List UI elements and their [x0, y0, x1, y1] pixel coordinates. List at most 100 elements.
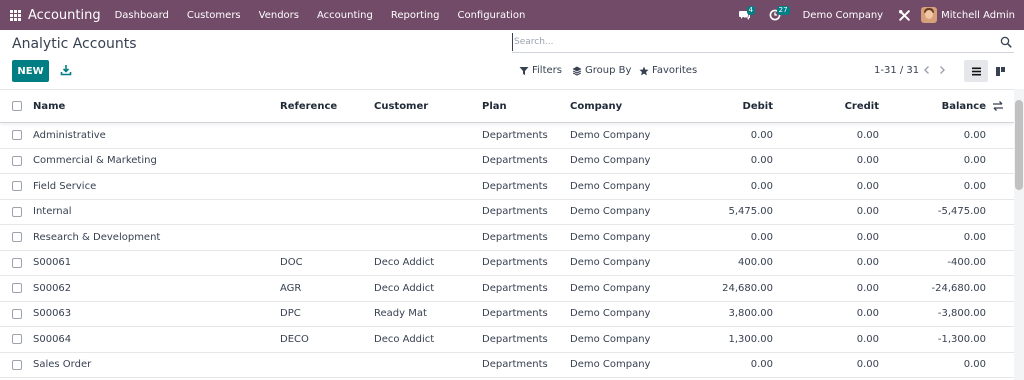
cell-company: Demo Company [570, 206, 651, 218]
menu-vendors[interactable]: Vendors [259, 10, 299, 21]
table-row[interactable]: S00061 DOC Deco Addict Departments Demo Comp… [0, 251, 1014, 276]
row-checkbox[interactable] [12, 181, 22, 192]
cell-customer: Ready Mat [374, 308, 427, 320]
search-icon[interactable] [1000, 36, 1012, 48]
row-checkbox[interactable] [12, 130, 22, 141]
cell-plan: Departments [482, 308, 548, 320]
menu-customers[interactable]: Customers [187, 10, 241, 21]
table-row[interactable]: Commercial & Marketing Departments Demo Co… [0, 149, 1014, 174]
row-checkbox[interactable] [12, 334, 22, 345]
page-title[interactable]: Analytic Accounts [12, 36, 137, 52]
table-row[interactable]: Field Service Departments Demo Company 0.00… [0, 174, 1014, 200]
search-input[interactable] [512, 33, 982, 51]
filters-toggle[interactable]: Filters [519, 65, 562, 76]
kanban-view-button[interactable] [988, 60, 1012, 82]
column-header-company[interactable]: Company [570, 90, 622, 122]
filters-label: Filters [532, 65, 562, 76]
list-view-button[interactable] [964, 60, 988, 82]
cell-debit: 0.00 [750, 231, 773, 243]
cell-name[interactable]: S00062 [33, 276, 71, 301]
apps-menu-icon[interactable] [0, 0, 30, 30]
table-header: Name Reference Customer Plan Company Deb… [0, 89, 1014, 123]
cell-name[interactable]: S00064 [33, 327, 71, 352]
cell-plan: Departments [482, 129, 548, 141]
table-row[interactable]: S00063 DPC Ready Mat Departments Demo Compan… [0, 302, 1014, 327]
cell-plan: Departments [482, 257, 548, 269]
select-all-checkbox[interactable] [12, 101, 22, 111]
activities-button[interactable]: 27 [763, 0, 790, 30]
search-bar [512, 33, 1014, 53]
cell-customer: Deco Addict [374, 333, 435, 345]
cell-name[interactable]: S00063 [33, 302, 71, 327]
cell-reference: DOC [280, 257, 303, 269]
user-menu[interactable]: Mitchell Admin [941, 10, 1015, 21]
cell-name[interactable]: Administrative [33, 123, 106, 148]
cell-plan: Departments [482, 231, 548, 243]
favorites-toggle[interactable]: Favorites [639, 65, 697, 76]
chevron-left-icon[interactable] [921, 64, 933, 76]
cell-balance: 0.00 [963, 231, 986, 243]
row-checkbox[interactable] [12, 359, 22, 370]
cell-name[interactable]: Internal [33, 200, 72, 225]
messages-count-badge: 4 [746, 6, 756, 15]
scrollbar-thumb[interactable] [1015, 100, 1023, 190]
cell-company: Demo Company [570, 129, 651, 141]
table-row[interactable]: S00064 DECO Deco Addict Departments Demo Com… [0, 327, 1014, 353]
cell-customer: Deco Addict [374, 282, 435, 294]
cell-name[interactable]: Research & Development [33, 225, 160, 250]
column-header-plan[interactable]: Plan [482, 90, 507, 122]
cell-debit: 1,300.00 [728, 333, 773, 345]
new-button[interactable]: NEW [12, 60, 49, 82]
download-icon[interactable] [60, 64, 72, 76]
cell-company: Demo Company [570, 282, 651, 294]
column-header-name[interactable]: Name [33, 90, 65, 122]
column-header-reference[interactable]: Reference [280, 90, 337, 122]
optional-columns-icon[interactable] [992, 100, 1004, 112]
company-switcher[interactable]: Demo Company [803, 10, 883, 21]
column-header-debit[interactable]: Debit [690, 90, 773, 122]
menu-dashboard[interactable]: Dashboard [115, 10, 169, 21]
cell-debit: 5,475.00 [728, 206, 773, 218]
group-by-toggle[interactable]: Group By [572, 65, 631, 76]
row-checkbox[interactable] [12, 155, 22, 166]
row-checkbox[interactable] [12, 283, 22, 294]
table-row[interactable]: Internal Departments Demo Company 5,475.00 0… [0, 200, 1014, 225]
column-header-credit[interactable]: Credit [800, 90, 879, 122]
chevron-right-icon[interactable] [936, 64, 948, 76]
cell-balance: -24,680.00 [931, 282, 986, 294]
table-row[interactable]: Sales Order Departments Demo Company 0.00 0.… [0, 353, 1014, 378]
cell-balance: -5,475.00 [937, 206, 986, 218]
column-header-balance[interactable]: Balance [900, 90, 986, 122]
top-navbar: Accounting Dashboard Customers Vendors A… [0, 0, 1024, 30]
filter-icon [519, 66, 529, 75]
cell-name[interactable]: Field Service [33, 174, 96, 199]
menu-configuration[interactable]: Configuration [457, 10, 525, 21]
table-row[interactable]: Administrative Departments Demo Company 0.0… [0, 123, 1014, 149]
cell-company: Demo Company [570, 257, 651, 269]
list-icon [971, 67, 981, 75]
menu-accounting[interactable]: Accounting [317, 10, 373, 21]
cell-reference: AGR [280, 282, 302, 294]
row-checkbox[interactable] [12, 206, 22, 217]
pager-value[interactable]: 1-31 / 31 [874, 65, 919, 76]
row-checkbox[interactable] [12, 308, 22, 319]
user-avatar[interactable] [921, 7, 938, 23]
row-checkbox[interactable] [12, 257, 22, 268]
menu-reporting[interactable]: Reporting [391, 10, 440, 21]
app-brand[interactable]: Accounting [28, 8, 101, 23]
cell-plan: Departments [482, 359, 548, 371]
table-row[interactable]: Research & Development Departments Demo Co… [0, 225, 1014, 251]
row-checkbox[interactable] [12, 232, 22, 243]
analytic-accounts-table: Name Reference Customer Plan Company Deb… [0, 89, 1014, 378]
cell-name[interactable]: Sales Order [33, 353, 91, 378]
column-header-customer[interactable]: Customer [374, 90, 428, 122]
cell-name[interactable]: Commercial & Marketing [33, 149, 157, 174]
favorites-label: Favorites [652, 65, 698, 76]
table-row[interactable]: S00062 AGR Deco Addict Departments Demo Comp… [0, 276, 1014, 302]
debug-tools-icon[interactable] [895, 0, 913, 30]
cell-name[interactable]: S00061 [33, 251, 71, 276]
messages-button[interactable]: 4 [733, 0, 757, 30]
cell-credit: 0.00 [856, 359, 879, 371]
kanban-icon [995, 66, 1005, 76]
layers-icon [572, 66, 582, 76]
